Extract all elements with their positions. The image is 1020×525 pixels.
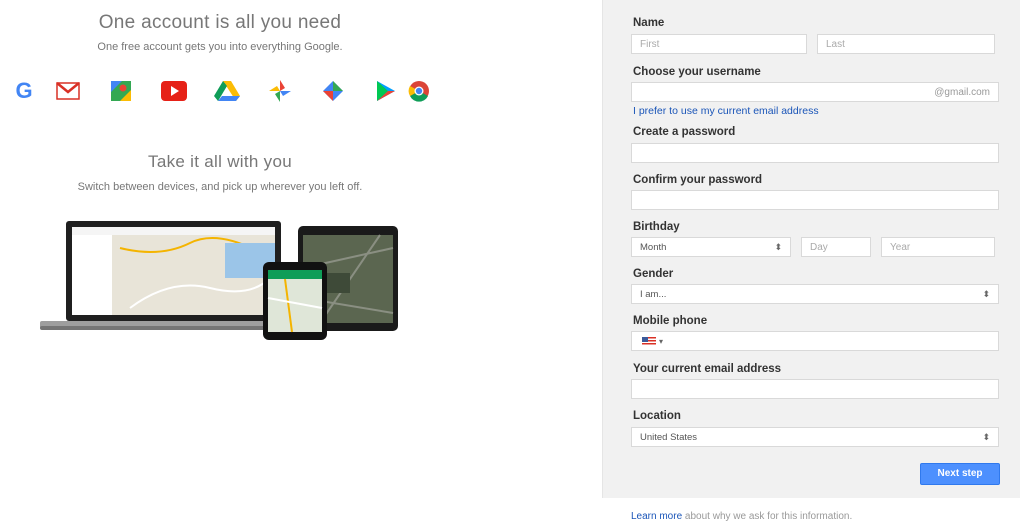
current-email-label: Your current email address: [633, 363, 782, 375]
devices-illustration: [40, 221, 398, 340]
chevron-down-icon: ▾: [659, 337, 664, 346]
photos-icon: [265, 76, 295, 106]
promo-subline: One free account gets you into everythin…: [97, 41, 343, 53]
username-input[interactable]: @gmail.com: [631, 82, 999, 102]
gender-value: I am...: [640, 289, 667, 300]
birth-day-input[interactable]: Day: [801, 237, 871, 257]
country-flag-selector[interactable]: [642, 337, 656, 346]
password-input[interactable]: [631, 143, 999, 163]
birth-year-input[interactable]: Year: [881, 237, 995, 257]
gender-select[interactable]: I am... ⬍: [631, 284, 999, 304]
learn-more-link[interactable]: Learn more: [631, 511, 682, 522]
maps-icon: [106, 76, 136, 106]
username-label: Choose your username: [633, 66, 761, 78]
name-label: Name: [633, 17, 665, 29]
google-plus-icon: [318, 76, 348, 106]
location-value: United States: [640, 432, 698, 443]
birth-day-placeholder: Day: [810, 242, 828, 253]
promo-column: One account is all you need One free acc…: [0, 0, 440, 525]
signup-form-panel: Name First Last Choose your username @gm…: [602, 0, 1020, 498]
phone-image: [263, 262, 327, 340]
gender-label: Gender: [633, 268, 674, 280]
mobile-phone-input[interactable]: ▾: [631, 331, 999, 351]
confirm-password-input[interactable]: [631, 190, 999, 210]
google-apps-row: G: [9, 76, 429, 106]
birth-month-value: Month: [640, 242, 667, 253]
drive-icon: [212, 76, 242, 106]
play-store-icon: [371, 76, 401, 106]
google-search-icon: G: [15, 78, 33, 103]
location-select[interactable]: United States ⬍: [631, 427, 999, 447]
promo-subline-2: Switch between devices, and pick up wher…: [77, 181, 363, 193]
first-name-input[interactable]: First: [631, 34, 807, 54]
promo-headline: One account is all you need: [98, 12, 342, 33]
last-name-placeholder: Last: [826, 39, 845, 50]
select-arrow-icon: ⬍: [982, 432, 990, 442]
mobile-phone-label: Mobile phone: [633, 315, 708, 327]
last-name-input[interactable]: Last: [817, 34, 995, 54]
location-label: Location: [633, 410, 681, 422]
next-step-button[interactable]: Next step: [920, 463, 1000, 485]
birth-month-select[interactable]: Month ⬍: [631, 237, 791, 257]
gmail-suffix: @gmail.com: [934, 87, 990, 98]
promo-headline-2: Take it all with you: [148, 152, 292, 171]
birth-year-placeholder: Year: [890, 242, 911, 253]
password-label: Create a password: [633, 126, 736, 138]
use-current-email-link[interactable]: I prefer to use my current email address: [633, 105, 819, 117]
info-footer: Learn more about why we ask for this inf…: [631, 511, 852, 522]
gmail-icon: [53, 76, 83, 106]
chrome-icon: [404, 76, 434, 106]
current-email-input[interactable]: [631, 379, 999, 399]
first-name-placeholder: First: [640, 39, 660, 50]
footer-text: about why we ask for this information.: [682, 511, 853, 522]
select-arrow-icon: ⬍: [774, 242, 782, 252]
youtube-icon: [159, 76, 189, 106]
birthday-label: Birthday: [633, 221, 680, 233]
confirm-password-label: Confirm your password: [633, 174, 763, 186]
select-arrow-icon: ⬍: [982, 289, 990, 299]
us-flag-icon: [642, 337, 648, 342]
